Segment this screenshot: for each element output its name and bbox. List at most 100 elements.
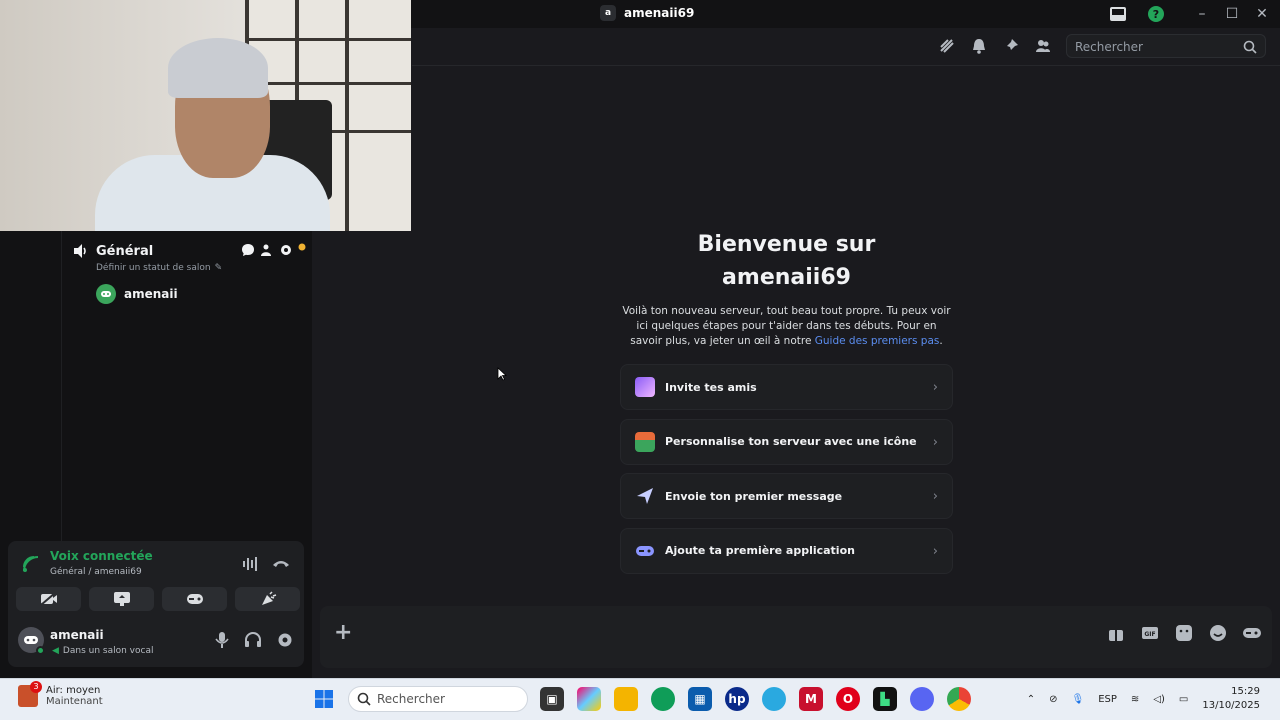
activities-button[interactable] <box>162 587 227 611</box>
voice-connected-label[interactable]: Voix connectée <box>50 549 153 563</box>
user-panel: amenaii ◀ Dans un salon vocal <box>8 617 304 667</box>
user-status: ◀ Dans un salon vocal <box>52 646 153 656</box>
camera-off-button[interactable] <box>16 587 81 611</box>
inbox-icon[interactable] <box>1108 4 1128 24</box>
settings-gear-icon[interactable] <box>276 631 294 649</box>
soundboard-button[interactable] <box>235 587 300 611</box>
server-icon-icon <box>635 431 655 452</box>
svg-text:?: ? <box>1153 8 1159 21</box>
microphone-icon[interactable] <box>214 631 230 649</box>
screen-share-button[interactable] <box>89 587 154 611</box>
soundboard-icon <box>261 591 276 605</box>
file-explorer-icon[interactable] <box>614 687 638 711</box>
action-add-app[interactable]: Ajoute ta première application › <box>620 527 953 574</box>
voice-member[interactable]: amenaii <box>96 284 178 304</box>
message-composer[interactable]: + GIF <box>320 606 1272 668</box>
search-input[interactable]: Rechercher <box>1066 34 1266 58</box>
weather-icon: 3 <box>18 681 42 707</box>
pin-icon[interactable] <box>1002 37 1020 55</box>
gear-icon[interactable] <box>279 243 293 257</box>
android-icon[interactable]: ▙ <box>873 687 897 711</box>
gamepad-icon <box>186 594 203 604</box>
gif-icon[interactable]: GIF <box>1140 623 1160 643</box>
threads-icon[interactable] <box>938 37 956 55</box>
paper-plane-icon <box>637 488 653 504</box>
action-label: Personnalise ton serveur avec une icône <box>665 435 917 448</box>
copilot-icon[interactable] <box>577 687 601 711</box>
discord-taskbar-icon[interactable] <box>910 687 934 711</box>
webcam-video <box>0 0 411 231</box>
chat-bubble-icon[interactable] <box>241 243 255 257</box>
mcafee-icon[interactable]: M <box>799 687 823 711</box>
taskbar-search-placeholder: Rechercher <box>377 692 445 706</box>
headphones-icon[interactable] <box>244 631 262 649</box>
taskbar-search[interactable]: Rechercher <box>348 686 528 712</box>
language-indicator[interactable]: ESP <box>1098 694 1117 705</box>
disconnect-icon[interactable] <box>272 557 290 571</box>
weather-badge: 3 <box>30 681 42 693</box>
chevron-right-icon: › <box>932 543 938 559</box>
welcome-description: Voilà ton nouveau serveur, tout beau tou… <box>620 304 953 349</box>
battery-icon[interactable]: ▭ <box>1179 694 1188 705</box>
channel-status-setter[interactable]: Définir un statut de salon ✎ <box>96 263 312 273</box>
channel-header: Rechercher <box>412 28 1280 66</box>
noise-suppression-icon[interactable] <box>242 557 260 571</box>
action-first-message[interactable]: Envoie ton premier message › <box>620 473 953 519</box>
gift-icon[interactable] <box>1106 623 1126 643</box>
speaker-small-icon: ◀ <box>52 646 59 656</box>
chevron-right-icon: › <box>932 489 938 504</box>
welcome-title: Bienvenue sur amenaii69 <box>620 228 953 294</box>
volume-icon[interactable]: ◁) <box>1153 694 1165 705</box>
help-icon[interactable]: ? <box>1146 4 1166 24</box>
signal-icon[interactable] <box>22 555 40 573</box>
voice-connected-location[interactable]: Général / amenaii69 <box>50 567 142 577</box>
welcome-title-line2: amenaii69 <box>722 265 851 290</box>
windows-taskbar: 3 Air: moyen Maintenant Rechercher ▣ ▦ h… <box>0 678 1280 720</box>
wifi-icon[interactable]: ≋ <box>1131 694 1139 705</box>
members-icon[interactable] <box>1034 37 1052 55</box>
sticker-icon[interactable] <box>1174 623 1194 643</box>
opera-icon[interactable]: O <box>836 687 860 711</box>
voice-member-name: amenaii <box>124 287 178 301</box>
voice-connection-panel: Voix connectée Général / amenaii69 <box>8 541 304 617</box>
apps-icon[interactable] <box>1242 623 1262 643</box>
sync-off-icon[interactable]: ⊘ <box>1049 694 1057 705</box>
clock[interactable]: 15:29 13/10/2025 <box>1202 685 1260 713</box>
invite-icon <box>635 377 655 397</box>
username[interactable]: amenaii <box>50 628 104 642</box>
server-list <box>0 231 62 541</box>
minimize-icon[interactable]: – <box>1192 4 1212 24</box>
voice-channel-general[interactable]: Général Définir un statut de salon ✎ <box>72 243 312 273</box>
close-icon[interactable]: ✕ <box>1252 4 1272 24</box>
discord-logo-icon <box>24 636 38 644</box>
hp-icon[interactable]: hp <box>725 687 749 711</box>
mic-tray-icon[interactable]: 🎙 <box>1072 694 1085 705</box>
welcome-desc-end: . <box>939 335 943 347</box>
weather-app-icon[interactable] <box>762 687 786 711</box>
edge-icon[interactable] <box>651 687 675 711</box>
attach-plus-icon[interactable]: + <box>334 620 352 645</box>
screen-share-icon <box>113 592 130 606</box>
weather-title: Air: moyen <box>46 685 101 696</box>
gamepad-icon <box>636 545 654 556</box>
welcome-section: Bienvenue sur amenaii69 Voilà ton nouvea… <box>620 228 953 349</box>
task-view-icon[interactable]: ▣ <box>540 687 564 711</box>
emoji-icon[interactable] <box>1208 623 1228 643</box>
pencil-icon: ✎ <box>214 263 223 273</box>
action-label: Invite tes amis <box>665 380 757 394</box>
search-icon <box>1243 40 1257 54</box>
store-icon[interactable]: ▦ <box>688 687 712 711</box>
invite-member-icon[interactable] <box>260 243 274 257</box>
chrome-icon[interactable] <box>947 687 971 711</box>
maximize-icon[interactable]: ☐ <box>1222 4 1242 24</box>
channel-sidebar: Général Définir un statut de salon ✎ ame… <box>0 231 312 678</box>
action-customize-icon[interactable]: Personnalise ton serveur avec une icône … <box>620 418 953 465</box>
main-content: Rechercher Bienvenue sur amenaii69 Voilà… <box>312 28 1280 678</box>
windows-start-icon[interactable] <box>314 689 334 709</box>
weather-subtitle: Maintenant <box>46 696 103 707</box>
action-invite-friends[interactable]: Invite tes amis › <box>620 364 953 410</box>
guide-link[interactable]: Guide des premiers pas <box>815 335 940 347</box>
bell-icon[interactable] <box>970 37 988 55</box>
weather-widget[interactable]: 3 Air: moyen Maintenant <box>18 681 103 707</box>
chevron-up-icon[interactable]: ⌃ <box>1027 694 1035 705</box>
